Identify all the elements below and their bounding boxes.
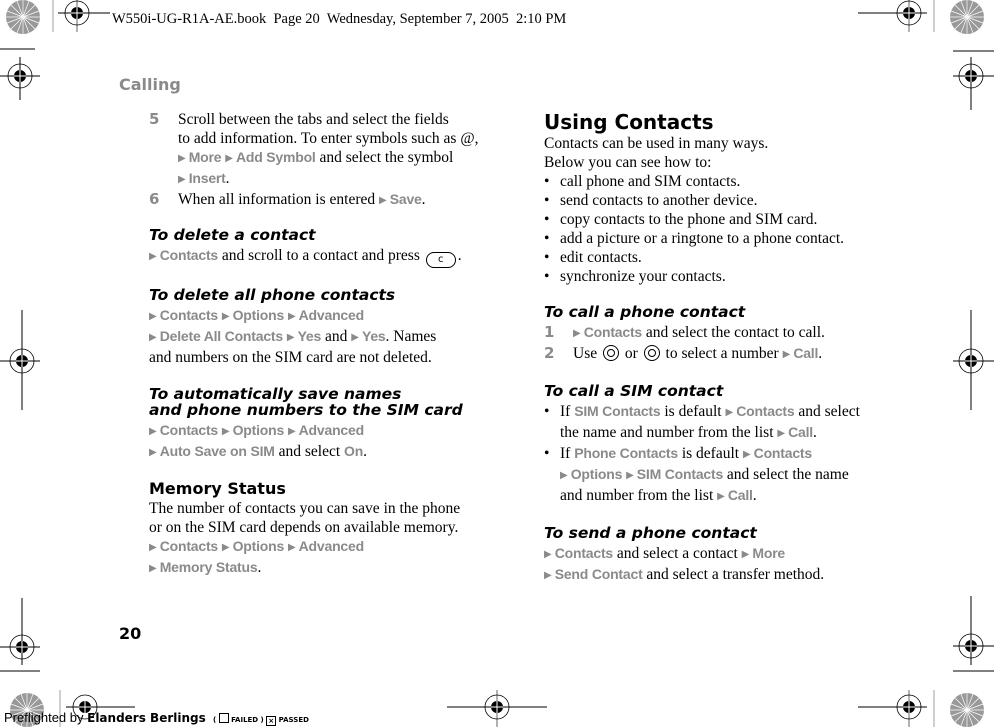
step-number: 1: [544, 323, 555, 341]
list-item: If SIM Contacts is default ▶Contacts and…: [544, 402, 894, 444]
arrow-icon: ▶: [287, 426, 296, 437]
delete-contact-text: ▶ Contacts and scroll to a contact and pr…: [149, 246, 499, 268]
arrow-icon: ▶: [544, 570, 552, 581]
nav-left-key-icon: [602, 345, 619, 361]
c-key-icon: c: [425, 252, 456, 268]
list-item: add a picture or a ringtone to a phone c…: [544, 229, 894, 248]
star-target-icon: [949, 0, 985, 35]
arrow-icon: ▶: [149, 542, 157, 553]
memory-status-text: The number of contacts you can save in t…: [149, 500, 461, 576]
arrow-icon: ▶: [149, 311, 157, 322]
step-number: 2: [544, 344, 555, 362]
arrow-icon: ▶: [221, 426, 230, 437]
nav-right-key-icon: [643, 345, 660, 361]
heading-send-contact: To send a phone contact: [544, 524, 757, 542]
arrow-icon: ▶: [560, 470, 568, 481]
bullet-list: call phone and SIM contacts. send contac…: [544, 172, 894, 286]
menu-save: Save: [389, 191, 422, 207]
arrow-icon: ▶: [149, 563, 157, 574]
heading-auto-save: To automatically save names and phone nu…: [149, 385, 463, 419]
arrow-icon: ▶: [741, 549, 750, 560]
heading-delete-all: To delete all phone contacts: [149, 286, 396, 304]
arrow-icon: ▶: [178, 153, 186, 164]
list-item: copy contacts to the phone and SIM card.: [544, 210, 894, 229]
arrow-icon: ▶: [286, 332, 295, 343]
step-2: 2 Use or to select a number ▶ Call.: [544, 344, 823, 362]
arrow-icon: ▶: [149, 251, 157, 262]
heading-call-phone-contact: To call a phone contact: [544, 303, 746, 321]
arrow-icon: ▶: [573, 328, 581, 339]
arrow-icon: ▶: [626, 470, 634, 481]
menu-add-symbol: Add Symbol: [235, 149, 316, 165]
list-item: If Phone Contacts is default ▶Contacts ▶…: [544, 444, 894, 507]
arrow-icon: ▶: [221, 542, 230, 553]
step-number: 5: [149, 110, 160, 128]
list-item: edit contacts.: [544, 248, 894, 267]
heading-call-sim-contact: To call a SIM contact: [544, 382, 724, 400]
star-target-icon: [5, 0, 41, 35]
print-slug: W550i-UG-R1A-AE.book Page 20 Wednesday, …: [112, 11, 567, 27]
right-column: Using Contacts Contacts can be used in m…: [544, 110, 894, 586]
arrow-icon: ▶: [149, 426, 157, 437]
menu-more: More: [188, 149, 222, 165]
arrow-icon: ▶: [379, 195, 387, 206]
send-contact-text: ▶ Contacts and select a contact ▶ More ▶ Se…: [544, 545, 825, 583]
arrow-icon: ▶: [782, 349, 791, 360]
auto-save-text: ▶ Contacts ▶ Options ▶ Advanced ▶ Auto Save …: [149, 422, 367, 460]
arrow-icon: ▶: [351, 332, 359, 343]
preflight-stamp: Preflighted by Elanders Berlings ( FAILE…: [4, 710, 309, 726]
arrow-icon: ▶: [777, 428, 786, 439]
step-1: 1 ▶ Contacts and select the contact to ca…: [544, 323, 825, 341]
heading-memory-status: Memory Status: [149, 479, 286, 498]
menu-contacts: Contacts: [159, 247, 218, 263]
list-item: send contacts to another device.: [544, 191, 894, 210]
passed-checkbox: ×: [266, 716, 277, 726]
arrow-icon: ▶: [287, 542, 296, 553]
arrow-icon: ▶: [149, 447, 157, 458]
arrow-icon: ▶: [742, 449, 751, 460]
left-column: 5 Scroll between the tabs and select the…: [149, 110, 499, 579]
step-5: 5 Scroll between the tabs and select the…: [149, 110, 479, 187]
list-item: call phone and SIM contacts.: [544, 172, 894, 191]
arrow-icon: ▶: [717, 491, 725, 502]
delete-all-text: ▶ Contacts ▶ Options ▶ Advanced ▶ Delete All…: [149, 307, 437, 366]
arrow-icon: ▶: [221, 311, 230, 322]
arrow-icon: ▶: [178, 174, 186, 185]
step-number: 6: [149, 190, 160, 208]
arrow-icon: ▶: [544, 549, 552, 560]
arrow-icon: ▶: [225, 153, 233, 164]
section-label: Calling: [119, 75, 181, 94]
star-target-icon: [949, 692, 985, 727]
brand-name: Elanders Berlings: [87, 711, 206, 725]
menu-insert: Insert: [188, 170, 226, 186]
heading-using-contacts: Using Contacts: [544, 110, 714, 134]
arrow-icon: ▶: [725, 407, 734, 418]
failed-checkbox: [218, 713, 229, 723]
page-number: 20: [119, 624, 142, 643]
list-item: synchronize your contacts.: [544, 267, 894, 286]
step-6: 6 When all information is entered ▶ Save.: [149, 190, 426, 208]
arrow-icon: ▶: [149, 332, 157, 343]
arrow-icon: ▶: [287, 311, 296, 322]
heading-delete-contact: To delete a contact: [149, 226, 316, 244]
